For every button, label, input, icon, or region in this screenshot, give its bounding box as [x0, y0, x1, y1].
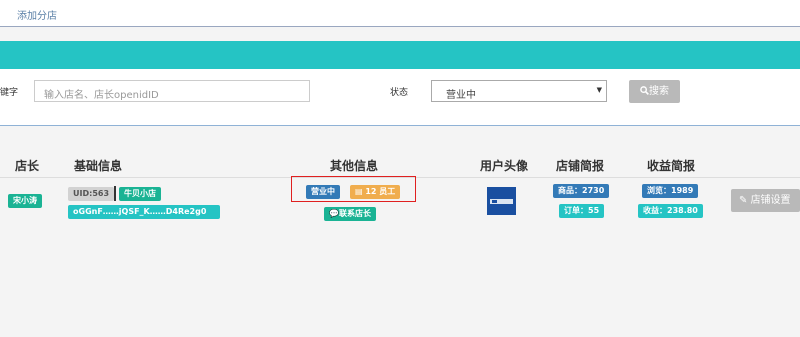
contact-manager-label: 联系店长 [338, 209, 371, 218]
openid-badge: oGGnF……jQSF_K……D4Re2g0 [68, 205, 220, 219]
search-button[interactable]: 搜索 [629, 80, 680, 103]
shop-settings-label: 店铺设置 [750, 195, 791, 206]
manager-badge: 宋小涛 [8, 194, 42, 208]
highlight-box [291, 176, 416, 202]
status-select[interactable]: 营业中 ▼ [431, 80, 607, 102]
edit-icon: ✎ [739, 195, 751, 206]
avatar [487, 187, 516, 215]
search-icon [640, 86, 649, 95]
search-button-label: 搜索 [649, 86, 669, 97]
products-badge: 商品：2730 [553, 184, 610, 198]
tab-add-branch[interactable]: 添加分店 [17, 7, 57, 22]
header-shop-summary: 店铺简报 [555, 159, 605, 173]
shop-logo-icon [490, 199, 513, 204]
status-label: 状态 [390, 88, 409, 98]
header-basic-info: 基础信息 [73, 159, 123, 173]
keyword-label: 键字 [0, 88, 19, 98]
filter-panel: 键字 输入店名、店长openidID 状态 营业中 ▼ 搜索 [0, 69, 800, 126]
separator [114, 186, 116, 201]
top-tab-bar: 添加分店 [0, 0, 800, 27]
header-other-info: 其他信息 [329, 159, 379, 173]
header-avatar: 用户头像 [479, 159, 529, 173]
header-income-summary: 收益简报 [646, 159, 696, 173]
orders-badge: 订单：55 [559, 204, 605, 218]
status-select-value: 营业中 [446, 90, 476, 101]
income-badge: 收益：238.80 [638, 204, 703, 218]
uid-badge: UID:563 [68, 187, 115, 201]
header-manager: 店长 [14, 159, 40, 173]
keyword-input[interactable]: 输入店名、店长openidID [34, 80, 310, 102]
teal-header-bar [0, 41, 800, 69]
contact-manager-button[interactable]: 💬联系店长 [324, 207, 376, 221]
chat-icon: 💬 [329, 209, 339, 218]
chevron-down-icon: ▼ [596, 86, 602, 94]
views-badge: 浏览：1989 [642, 184, 699, 198]
shop-name-badge: 牛贝小店 [119, 187, 161, 201]
shop-settings-button[interactable]: ✎ 店铺设置 [731, 189, 800, 212]
